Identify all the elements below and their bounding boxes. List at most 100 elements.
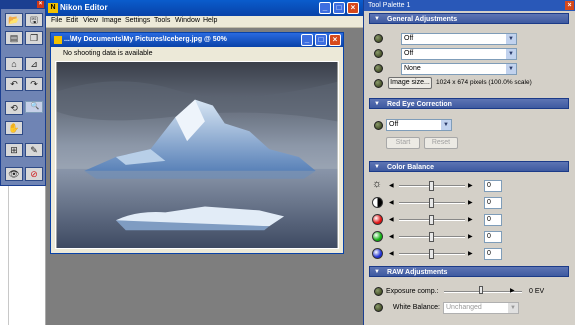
document-icon <box>54 36 62 44</box>
decrease-blue-icon[interactable]: ◀ <box>389 251 394 257</box>
chevron-down-icon: ▼ <box>508 303 518 313</box>
red-value-field[interactable]: 0 <box>484 214 502 226</box>
white-balance-select[interactable]: Unchanged ▼ <box>443 302 519 314</box>
effect-select[interactable]: None ▼ <box>401 63 517 75</box>
decrease-contrast-icon[interactable]: ◀ <box>389 200 394 206</box>
image-size-text: 1024 x 674 pixels (100.0% scale) <box>436 79 532 86</box>
image-minimize-icon[interactable]: _ <box>301 34 313 46</box>
blue-slider-thumb[interactable] <box>429 249 434 259</box>
menu-help[interactable]: Help <box>203 17 217 24</box>
blue-value-field[interactable]: 0 <box>484 248 502 260</box>
view-icon[interactable]: 👁 <box>5 167 23 181</box>
exposure-toggle[interactable] <box>374 287 383 296</box>
palette-titlebar[interactable]: Tool Palette 1 × <box>364 0 575 11</box>
menu-bar: File Edit View Image Settings Tools Wind… <box>46 16 363 28</box>
decrease-red-icon[interactable]: ◀ <box>389 217 394 223</box>
shooting-data-text: No shooting data is available <box>63 50 153 57</box>
chevron-down-icon: ▼ <box>441 120 451 130</box>
app-titlebar[interactable]: N Nikon Editor _ □ × <box>46 0 363 16</box>
increase-brightness-icon[interactable]: ▶ <box>468 183 473 189</box>
save-icon[interactable]: 🖫 <box>25 13 43 27</box>
brightness-slider-thumb[interactable] <box>429 181 434 191</box>
auto-contrast-select[interactable]: Off ▼ <box>401 33 517 45</box>
image-size-button[interactable]: Image size... <box>388 77 432 89</box>
brightness-value-field[interactable]: 0 <box>484 180 502 192</box>
green-value-field[interactable]: 0 <box>484 231 502 243</box>
minimize-icon[interactable]: _ <box>319 2 331 14</box>
red-eye-reset-button[interactable]: Reset <box>424 137 458 149</box>
contrast-slider-thumb[interactable] <box>429 198 434 208</box>
app-title: Nikon Editor <box>60 3 108 12</box>
maximize-icon[interactable]: □ <box>333 2 345 14</box>
menu-file[interactable]: File <box>51 17 62 24</box>
white-balance-toggle[interactable] <box>374 303 383 312</box>
straighten-icon[interactable]: ⊿ <box>25 57 43 71</box>
image-close-icon[interactable]: × <box>329 34 341 46</box>
auto-contrast-toggle[interactable] <box>374 34 383 43</box>
no-entry-icon[interactable]: ⊘ <box>25 167 43 181</box>
red-slider-thumb[interactable] <box>429 215 434 225</box>
increase-contrast-icon[interactable]: ▶ <box>468 200 473 206</box>
undo-icon[interactable]: ↶ <box>5 77 23 91</box>
white-balance-label: White Balance: <box>392 304 440 311</box>
copy-icon[interactable]: ❐ <box>25 31 43 45</box>
image-window-titlebar[interactable]: ...\My Documents\My Pictures\Iceberg.jpg… <box>51 33 343 47</box>
effect-toggle[interactable] <box>374 64 383 73</box>
palette-title: Tool Palette 1 <box>368 2 411 9</box>
collapse-triangle-icon: ▼ <box>374 101 380 107</box>
menu-window[interactable]: Window <box>175 17 200 24</box>
collapse-triangle-icon: ▼ <box>374 16 380 22</box>
open-folder-icon[interactable]: 📂 <box>5 13 23 27</box>
toolbox-titlebar[interactable]: × <box>1 1 45 9</box>
image-size-toggle[interactable] <box>374 79 383 88</box>
rotate-icon[interactable]: ⟲ <box>5 101 23 115</box>
color-picker-icon[interactable]: ✎ <box>25 143 43 157</box>
close-icon[interactable]: × <box>347 2 359 14</box>
image-maximize-icon[interactable]: □ <box>315 34 327 46</box>
app-window: N Nikon Editor _ □ × File Edit View Imag… <box>46 0 363 325</box>
collapse-triangle-icon: ▼ <box>374 164 380 170</box>
exposure-label: Exposure comp.: <box>386 288 439 295</box>
print-icon[interactable]: ▤ <box>5 31 23 45</box>
zoom-icon[interactable]: 🔍 <box>25 101 43 113</box>
toolbox-close-icon[interactable]: × <box>37 1 44 8</box>
menu-view[interactable]: View <box>83 17 98 24</box>
green-slider-thumb[interactable] <box>429 232 434 242</box>
nikon-logo-icon: N <box>48 3 58 13</box>
red-eye-toggle[interactable] <box>374 121 383 130</box>
decrease-brightness-icon[interactable]: ◀ <box>389 183 394 189</box>
red-eye-select[interactable]: Off ▼ <box>386 119 452 131</box>
palette-close-icon[interactable]: × <box>565 1 574 10</box>
increase-red-icon[interactable]: ▶ <box>468 217 473 223</box>
increase-blue-icon[interactable]: ▶ <box>468 251 473 257</box>
color-balance-row-contrast: ◀ ▶ 0 <box>372 196 562 210</box>
hand-icon[interactable]: ✋ <box>5 121 23 135</box>
redo-icon[interactable]: ↷ <box>25 77 43 91</box>
color-balance-header[interactable]: ▼ Color Balance <box>369 161 569 172</box>
menu-tools[interactable]: Tools <box>154 17 170 24</box>
contrast-value-field[interactable]: 0 <box>484 197 502 209</box>
contrast-icon <box>372 197 383 208</box>
decrease-green-icon[interactable]: ◀ <box>389 234 394 240</box>
green-icon <box>372 231 383 242</box>
tool-palette: Tool Palette 1 × ▼ General Adjustments A… <box>363 0 575 325</box>
red-eye-start-button[interactable]: Start <box>386 137 420 149</box>
increase-green-icon[interactable]: ▶ <box>468 234 473 240</box>
raw-adjustments-header[interactable]: ▼ RAW Adjustments <box>369 266 569 277</box>
menu-settings[interactable]: Settings <box>125 17 150 24</box>
chevron-down-icon: ▼ <box>506 34 516 44</box>
crop-icon[interactable]: ⌂ <box>5 57 23 71</box>
collapse-triangle-icon: ▼ <box>374 269 380 275</box>
exposure-value: 0 EV <box>529 288 545 295</box>
chevron-down-icon: ▼ <box>506 64 516 74</box>
menu-image[interactable]: Image <box>102 17 121 24</box>
general-adjustments-header[interactable]: ▼ General Adjustments <box>369 13 569 24</box>
red-eye-header[interactable]: ▼ Red Eye Correction <box>369 98 569 109</box>
exposure-increase-icon[interactable]: ▶ <box>510 288 515 294</box>
exposure-slider-thumb[interactable] <box>479 286 483 294</box>
fit-icon[interactable]: ⊞ <box>5 143 23 157</box>
sharpening-select[interactable]: Off ▼ <box>401 48 517 60</box>
sharpening-toggle[interactable] <box>374 49 383 58</box>
color-balance-row-green: ◀ ▶ 0 <box>372 230 562 244</box>
menu-edit[interactable]: Edit <box>66 17 78 24</box>
